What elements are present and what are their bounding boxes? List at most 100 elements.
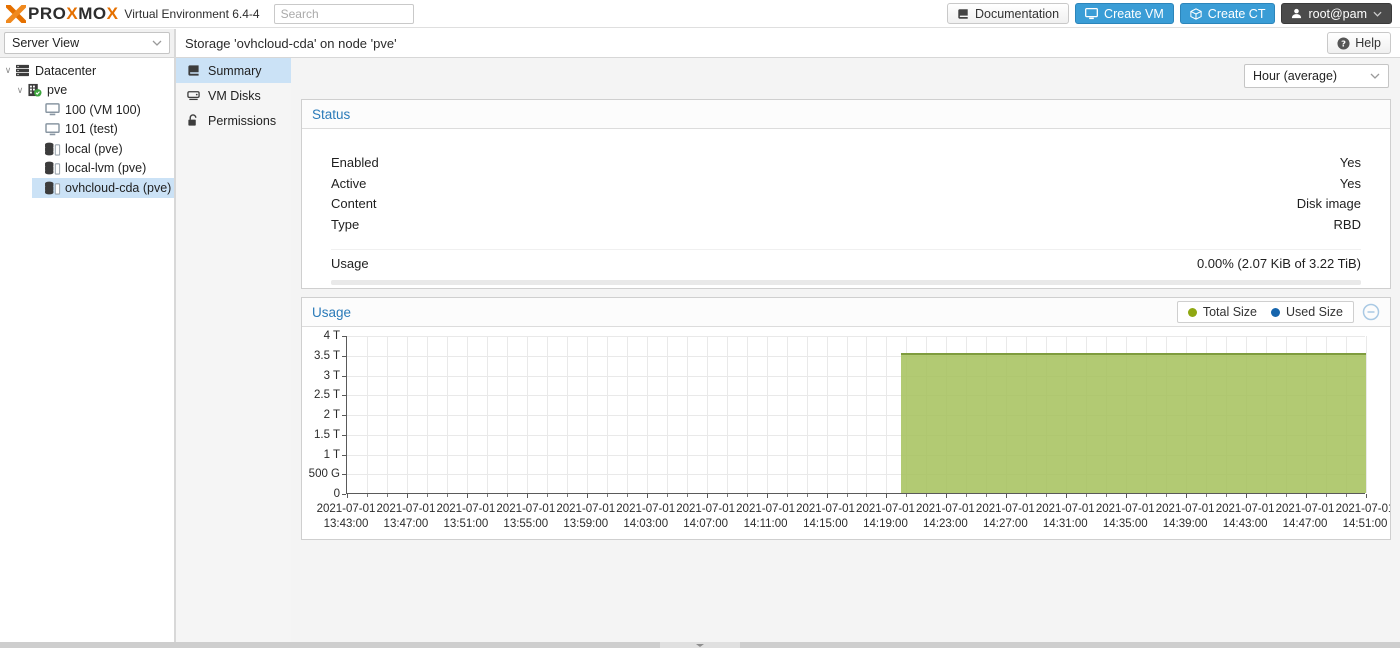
status-panel-title: Status — [312, 107, 350, 122]
disk-icon — [186, 89, 200, 102]
timeframe-dropdown[interactable]: Hour (average) — [1244, 64, 1389, 88]
x-axis-tick — [487, 494, 488, 497]
x-axis-label: 2021-07-0114:27:00 — [976, 502, 1035, 532]
status-row-active: Active Yes — [331, 176, 1361, 197]
create-vm-button[interactable]: Create VM — [1075, 3, 1174, 24]
gridline-v — [367, 336, 368, 493]
tree-expander-icon[interactable]: ∨ — [14, 85, 26, 96]
tree-item-label: local-lvm (pve) — [65, 161, 146, 175]
x-axis-label: 2021-07-0114:19:00 — [856, 502, 915, 532]
status-row-label: Active — [331, 176, 366, 191]
circle-minus-icon[interactable] — [1362, 303, 1380, 321]
cube-icon — [1190, 8, 1202, 20]
subnav-item-permissions[interactable]: Permissions — [176, 108, 291, 133]
tree-item-100[interactable]: 100 (VM 100) — [0, 100, 174, 120]
x-axis-tick — [567, 494, 568, 497]
legend-item-used-size[interactable]: Used Size — [1271, 305, 1343, 319]
gridline-v — [627, 336, 628, 493]
storage-subnav: Summary VM DisksPermissions — [176, 58, 291, 642]
gridline-v — [587, 336, 588, 493]
status-panel: Status EnabledYesActiveYesContentDisk im… — [301, 99, 1391, 289]
x-axis-label: 2021-07-0114:15:00 — [796, 502, 855, 532]
user-icon — [1291, 8, 1302, 19]
gridline-v — [866, 336, 867, 493]
subnav-item-label: Summary — [208, 64, 261, 78]
user-menu-button[interactable]: root@pam — [1281, 3, 1392, 24]
documentation-button[interactable]: Documentation — [947, 3, 1069, 24]
x-axis-label: 2021-07-0113:47:00 — [377, 502, 436, 532]
status-row-label: Type — [331, 217, 359, 232]
total-size-area — [901, 353, 1366, 493]
legend-item-label: Used Size — [1286, 305, 1343, 319]
tree-item-label: 100 (VM 100) — [65, 103, 141, 117]
subnav-item-vm-disks[interactable]: VM Disks — [176, 83, 291, 108]
status-row-value: RBD — [1334, 217, 1361, 232]
tree-item-local[interactable]: local (pve) — [0, 139, 174, 159]
gridline-v — [1366, 336, 1367, 493]
help-button[interactable]: ? Help — [1327, 32, 1391, 54]
x-axis-label: 2021-07-0113:43:00 — [317, 502, 376, 532]
status-panel-header: Status — [302, 100, 1390, 129]
x-axis-tick — [647, 494, 648, 498]
gridline-h — [347, 336, 1365, 337]
environment-version-label: Virtual Environment 6.4-4 — [124, 7, 259, 21]
x-axis-tick — [1086, 494, 1087, 497]
x-axis-tick — [946, 494, 947, 498]
y-axis-label: 4 T — [302, 330, 340, 342]
legend-dot-icon — [1271, 308, 1280, 317]
user-label: root@pam — [1308, 7, 1367, 21]
search-input[interactable] — [274, 4, 414, 24]
tree-item-label: pve — [47, 83, 67, 97]
x-axis-tick — [447, 494, 448, 497]
status-row-label: Enabled — [331, 155, 379, 170]
tree-item-pve[interactable]: ∨ pve — [0, 81, 174, 101]
create-ct-button[interactable]: Create CT — [1180, 3, 1276, 24]
y-axis-tick — [342, 474, 346, 475]
gridline-v — [727, 336, 728, 493]
x-axis-tick — [1126, 494, 1127, 498]
x-axis-tick — [787, 494, 788, 497]
gridline-v — [407, 336, 408, 493]
legend-item-total-size[interactable]: Total Size — [1188, 305, 1257, 319]
tree-item-datacenter[interactable]: ∨Datacenter — [0, 61, 174, 81]
x-axis-label: 2021-07-0114:39:00 — [1156, 502, 1215, 532]
log-panel-expand-handle[interactable] — [660, 642, 740, 648]
gridline-v — [807, 336, 808, 493]
view-selector-dropdown[interactable]: Server View — [4, 32, 170, 54]
gridline-v — [507, 336, 508, 493]
log-panel-splitter[interactable] — [0, 642, 1400, 648]
x-axis-tick — [747, 494, 748, 497]
tree-item-101[interactable]: 101 (test) — [0, 120, 174, 140]
x-axis-tick — [1306, 494, 1307, 498]
gridline-v — [707, 336, 708, 493]
subnav-item-summary[interactable]: Summary — [176, 58, 291, 83]
gridline-v — [547, 336, 548, 493]
timeframe-value: Hour (average) — [1253, 69, 1337, 83]
tree-item-ovhcloud-cda[interactable]: ovhcloud-cda (pve) — [0, 178, 174, 198]
top-header: PROXMOX Virtual Environment 6.4-4 Docume… — [0, 0, 1400, 28]
x-axis-label: 2021-07-0113:51:00 — [436, 502, 495, 532]
x-axis-tick — [1286, 494, 1287, 497]
x-axis-tick — [427, 494, 428, 497]
x-axis-tick — [886, 494, 887, 498]
x-axis-tick — [1266, 494, 1267, 497]
gridline-v — [647, 336, 648, 493]
y-axis-tick — [342, 494, 346, 495]
svg-text:?: ? — [1341, 38, 1346, 48]
status-row-usage: Usage0.00% (2.07 KiB of 3.22 TiB) — [331, 249, 1361, 285]
proxmox-x-icon — [6, 5, 26, 23]
status-rows: EnabledYesActiveYesContentDisk imageType… — [302, 129, 1390, 285]
question-circle-icon: ? — [1337, 37, 1350, 50]
y-axis-tick — [342, 455, 346, 456]
status-row-value: Yes — [1340, 176, 1361, 191]
y-axis-tick — [342, 356, 346, 357]
tree-item-local-lvm[interactable]: local-lvm (pve) — [0, 159, 174, 179]
gridline-v — [886, 336, 887, 493]
x-axis-tick — [1066, 494, 1067, 498]
gridline-v — [787, 336, 788, 493]
book-icon — [186, 64, 200, 77]
x-axis-tick — [707, 494, 708, 498]
resource-sidebar: Server View ∨Datacenter∨pve100 (VM 100)1… — [0, 29, 174, 642]
tree-expander-icon[interactable]: ∨ — [2, 65, 14, 76]
y-axis-label: 3 T — [302, 370, 340, 382]
